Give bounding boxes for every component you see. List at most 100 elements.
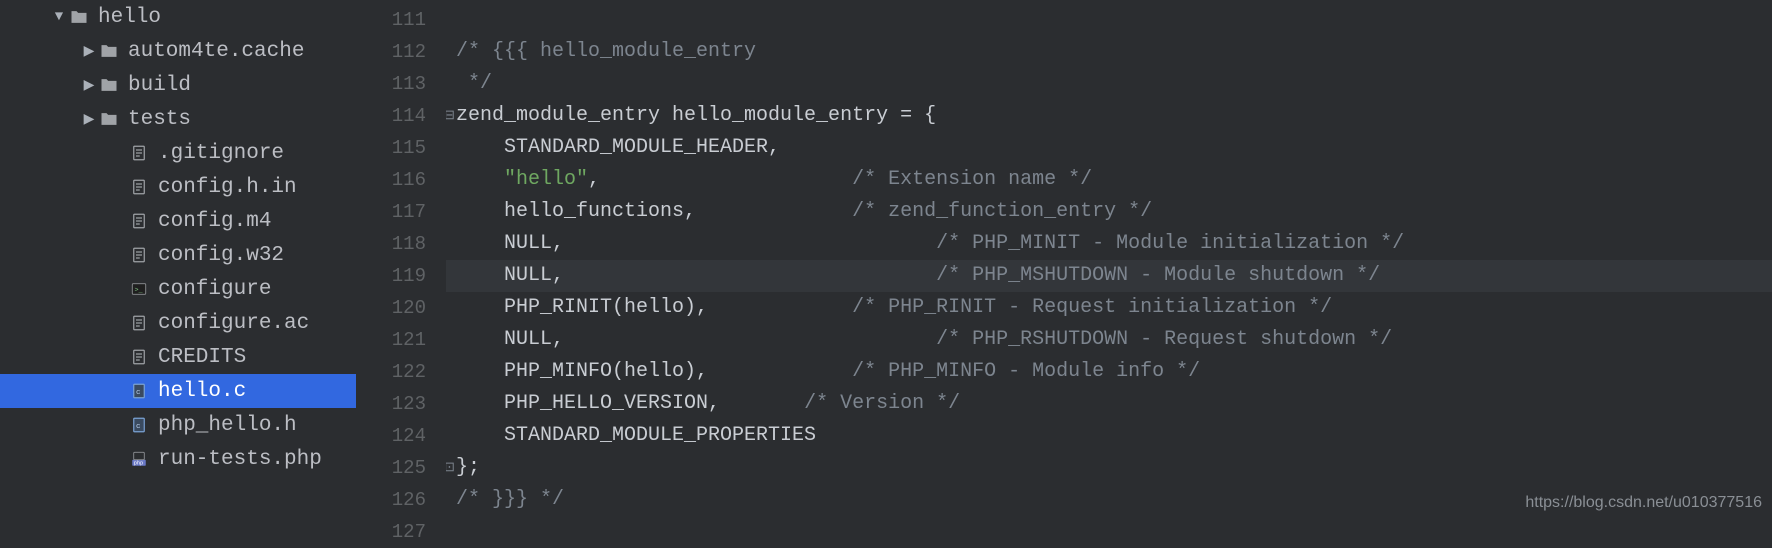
code-text: [456, 168, 504, 191]
tree-item-label: hello: [98, 6, 161, 29]
code-comment: /* PHP_MSHUTDOWN - Module shutdown */: [936, 264, 1380, 287]
tree-item-php-hello-h[interactable]: c php_hello.h: [0, 408, 356, 442]
code-text: PHP_HELLO_VERSION,: [456, 392, 804, 415]
line-number: 112: [356, 36, 426, 68]
file-icon: [128, 176, 150, 198]
tree-item-label: configure.ac: [158, 312, 309, 335]
code-text: NULL,: [456, 232, 936, 255]
code-line[interactable]: hello_functions, /* zend_function_entry …: [446, 196, 1772, 228]
tree-item-label: configure: [158, 278, 271, 301]
file-icon: [128, 312, 150, 334]
line-number: 119: [356, 260, 426, 292]
tree-item-label: config.m4: [158, 210, 271, 233]
tree-item-tests[interactable]: ▶ tests: [0, 102, 356, 136]
svg-text:>_: >_: [135, 286, 144, 294]
tree-item-label: .gitignore: [158, 142, 284, 165]
cfile-icon: c: [128, 414, 150, 436]
tree-item-config-m4[interactable]: config.m4: [0, 204, 356, 238]
tree-item-config-w32[interactable]: config.w32: [0, 238, 356, 272]
line-number: 126: [356, 484, 426, 516]
tree-item-label: tests: [128, 108, 191, 131]
file-icon: [128, 142, 150, 164]
code-text: PHP_MINFO(hello),: [456, 360, 852, 383]
line-number-gutter: 1111121131141151161171181191201211221231…: [356, 0, 446, 520]
code-comment: /* PHP_MINFO - Module info */: [852, 360, 1200, 383]
folder-icon: [98, 74, 120, 96]
code-comment: */: [456, 72, 492, 95]
code-line[interactable]: "hello", /* Extension name */: [446, 164, 1772, 196]
line-number: 122: [356, 356, 426, 388]
tree-item-label: build: [128, 74, 191, 97]
code-line[interactable]: NULL, /* PHP_MSHUTDOWN - Module shutdown…: [446, 260, 1772, 292]
code-text: PHP_RINIT(hello),: [456, 296, 852, 319]
code-text: hello_functions,: [456, 200, 852, 223]
code-line[interactable]: NULL, /* PHP_RSHUTDOWN - Request shutdow…: [446, 324, 1772, 356]
code-line[interactable]: [446, 516, 1772, 520]
tree-item-label: CREDITS: [158, 346, 246, 369]
tree-item-credits[interactable]: CREDITS: [0, 340, 356, 374]
svg-text:c: c: [136, 423, 141, 431]
code-line[interactable]: NULL, /* PHP_MINIT - Module initializati…: [446, 228, 1772, 260]
line-number: 117: [356, 196, 426, 228]
code-line[interactable]: [446, 4, 1772, 36]
line-number: 124: [356, 420, 426, 452]
file-icon: [128, 244, 150, 266]
code-text: ,: [588, 168, 852, 191]
code-text: STANDARD_MODULE_HEADER,: [456, 136, 780, 159]
code-text: zend_module_entry hello_module_entry = {: [456, 104, 936, 127]
folder-icon: [98, 40, 120, 62]
code-text: NULL,: [456, 328, 936, 351]
line-number: 111: [356, 4, 426, 36]
code-comment: /* Extension name */: [852, 168, 1092, 191]
tree-item-label: autom4te.cache: [128, 40, 304, 63]
tree-item-label: php_hello.h: [158, 414, 297, 437]
tree-item-hello[interactable]: ▼ hello: [0, 0, 356, 34]
line-number: 125: [356, 452, 426, 484]
folder-icon: [98, 108, 120, 130]
tree-item-label: config.h.in: [158, 176, 297, 199]
tree-item-config-h-in[interactable]: config.h.in: [0, 170, 356, 204]
chevron-right-icon[interactable]: ▶: [80, 43, 98, 60]
code-line[interactable]: PHP_MINFO(hello), /* PHP_MINFO - Module …: [446, 356, 1772, 388]
tree-item-configure[interactable]: >_ configure: [0, 272, 356, 306]
tree-item--gitignore[interactable]: .gitignore: [0, 136, 356, 170]
tree-item-build[interactable]: ▶ build: [0, 68, 356, 102]
code-comment: /* PHP_MINIT - Module initialization */: [936, 232, 1404, 255]
code-line[interactable]: PHP_HELLO_VERSION, /* Version */: [446, 388, 1772, 420]
line-number: 123: [356, 388, 426, 420]
svg-text:php: php: [134, 460, 143, 466]
line-number: 127: [356, 516, 426, 548]
watermark-text: https://blog.csdn.net/u010377516: [1525, 494, 1762, 512]
code-line[interactable]: STANDARD_MODULE_PROPERTIES: [446, 420, 1772, 452]
tree-item-hello-c[interactable]: c hello.c: [0, 374, 356, 408]
code-line[interactable]: ⊟zend_module_entry hello_module_entry = …: [446, 100, 1772, 132]
project-tree[interactable]: ▼hello▶autom4te.cache▶build▶tests.gitign…: [0, 0, 356, 520]
chevron-right-icon[interactable]: ▶: [80, 77, 98, 94]
tree-item-autom4te-cache[interactable]: ▶ autom4te.cache: [0, 34, 356, 68]
folder-icon: [68, 6, 90, 28]
cfile-icon: c: [128, 380, 150, 402]
tree-item-run-tests-php[interactable]: php run-tests.php: [0, 442, 356, 476]
line-number: 116: [356, 164, 426, 196]
tree-item-label: run-tests.php: [158, 448, 322, 471]
code-line[interactable]: PHP_RINIT(hello), /* PHP_RINIT - Request…: [446, 292, 1772, 324]
tree-item-configure-ac[interactable]: configure.ac: [0, 306, 356, 340]
fold-open-icon[interactable]: ⊟: [446, 100, 455, 132]
editor-pane[interactable]: /* {{{ hello_module_entry */⊟zend_module…: [446, 0, 1772, 520]
line-number: 118: [356, 228, 426, 260]
chevron-down-icon[interactable]: ▼: [50, 9, 68, 25]
tree-item-label: hello.c: [158, 380, 246, 403]
code-line[interactable]: /* {{{ hello_module_entry: [446, 36, 1772, 68]
php-icon: php: [128, 448, 150, 470]
code-line[interactable]: ⊡};: [446, 452, 1772, 484]
code-text: };: [456, 456, 480, 479]
term-icon: >_: [128, 278, 150, 300]
line-number: 121: [356, 324, 426, 356]
fold-close-icon[interactable]: ⊡: [446, 452, 455, 484]
chevron-right-icon[interactable]: ▶: [80, 111, 98, 128]
code-line[interactable]: STANDARD_MODULE_HEADER,: [446, 132, 1772, 164]
code-comment: /* PHP_RINIT - Request initialization */: [852, 296, 1332, 319]
code-line[interactable]: */: [446, 68, 1772, 100]
code-comment: /* }}} */: [456, 488, 564, 511]
line-number: 114: [356, 100, 426, 132]
